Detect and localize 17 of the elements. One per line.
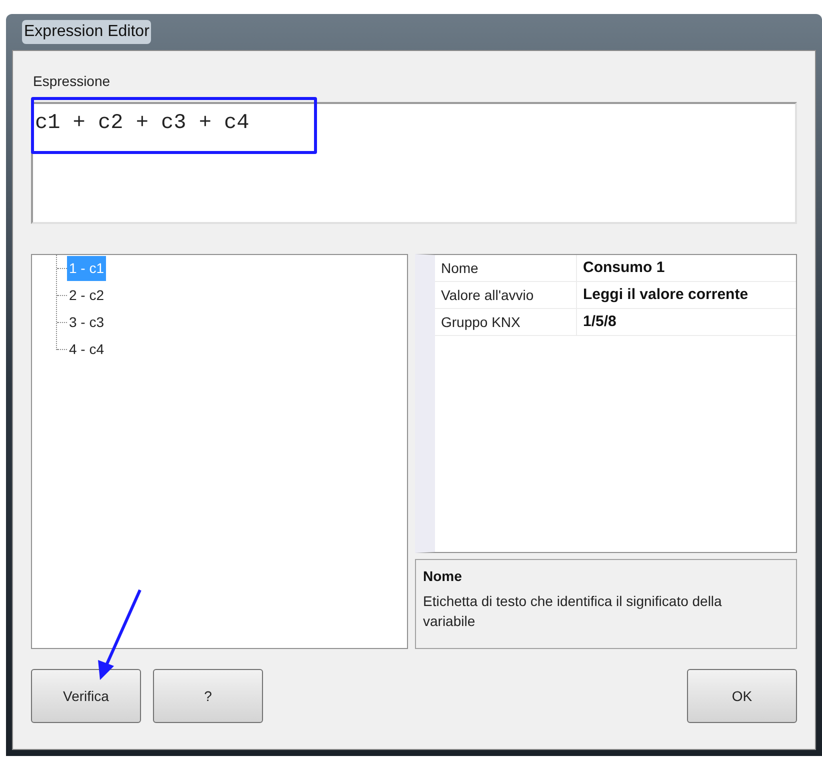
property-value[interactable]: Consumo 1 [577, 255, 665, 281]
property-name[interactable]: Valore all'avvio [435, 282, 577, 308]
property-value[interactable]: Leggi il valore corrente [577, 282, 748, 308]
property-value[interactable]: 1/5/8 [577, 309, 616, 335]
tree-item[interactable]: 3 - c3 [67, 310, 106, 335]
description-text: Etichetta di testo che identifica il significato della variabile [423, 592, 723, 631]
window-title: Expression Editor [22, 20, 152, 44]
tree-item[interactable]: 2 - c2 [67, 283, 106, 308]
dialog-button[interactable]: OK [687, 669, 797, 723]
property-name[interactable]: Nome [435, 255, 577, 281]
property-name[interactable]: Gruppo KNX [435, 309, 577, 335]
description-title: Nome [423, 567, 463, 586]
dialog-button[interactable]: ? [153, 669, 263, 723]
tree-item[interactable]: 4 - c4 [67, 337, 106, 362]
expression-field[interactable]: c1 + c2 + c3 + c4 [31, 102, 797, 224]
field-label: Espressione [33, 72, 112, 91]
dialog-button[interactable]: Verifica [31, 669, 141, 723]
